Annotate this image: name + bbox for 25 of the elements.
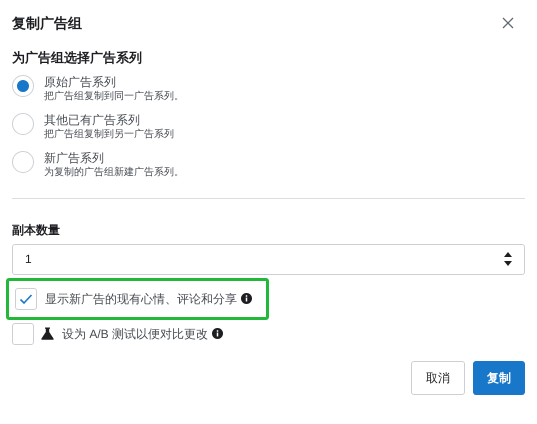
option-label: 其他已有广告系列 <box>44 112 141 128</box>
checkbox[interactable] <box>15 288 37 310</box>
checkbox[interactable] <box>12 322 34 344</box>
info-icon <box>241 293 252 304</box>
copy-button[interactable]: 复制 <box>473 360 525 394</box>
section-label: 为广告组选择广告系列 <box>12 49 143 67</box>
radio-button[interactable] <box>12 150 34 172</box>
number-field[interactable]: 1 <box>12 244 525 274</box>
option-description: 把广告组复制到另一广告系列 <box>44 128 174 142</box>
option-label: 原始广告系列 <box>44 74 117 90</box>
radio-button[interactable] <box>12 74 34 96</box>
field-label: 副本数量 <box>12 222 61 238</box>
option-description: 为复制的广告组新建广告系列。 <box>44 166 184 180</box>
info-icon <box>212 328 224 339</box>
flask-icon <box>41 327 54 340</box>
checkbox-label: 显示新广告的现有心情、评论和分享 <box>45 290 237 308</box>
dialog-title: 复制广告组 <box>12 14 82 32</box>
check-icon <box>19 292 33 304</box>
radio-button[interactable] <box>12 112 34 134</box>
option-description: 把广告组复制到同一广告系列。 <box>44 90 184 104</box>
spinner-icon[interactable] <box>504 251 512 267</box>
checkbox-label: 设为 A/B 测试以便对比更改 <box>62 326 208 342</box>
option-label: 新广告系列 <box>44 150 105 166</box>
cancel-button[interactable]: 取消 <box>411 360 465 394</box>
close-button[interactable] <box>501 16 515 30</box>
